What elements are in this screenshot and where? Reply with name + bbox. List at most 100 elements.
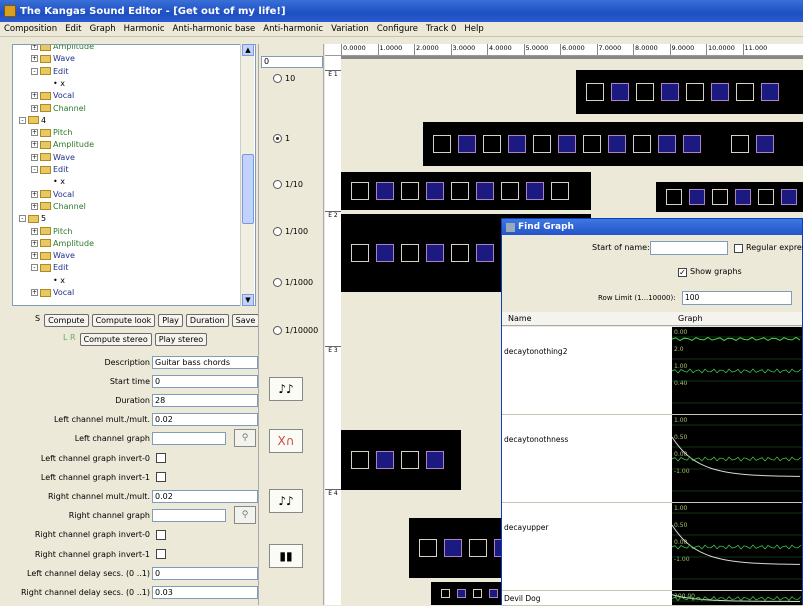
zoom-option-0[interactable]: 10 (273, 74, 295, 83)
pause-tool-icon[interactable]: ▮▮ (269, 544, 303, 568)
note-block[interactable] (656, 182, 803, 212)
tree-item[interactable]: + Vocal (31, 287, 74, 298)
expand-icon[interactable]: - (31, 264, 38, 272)
compute-look-button[interactable]: Compute look (91, 314, 156, 327)
menu-item-0[interactable]: Composition (0, 24, 61, 34)
expand-icon[interactable]: - (31, 67, 38, 75)
note-block[interactable] (423, 122, 723, 166)
start-name-input[interactable] (650, 241, 728, 255)
notes-tool-icon[interactable]: ♪♪ (269, 377, 303, 401)
graph-select[interactable] (152, 432, 226, 446)
tree-item[interactable]: • x (43, 78, 65, 89)
tree-item[interactable]: + Wave (31, 152, 75, 163)
graph-select[interactable] (152, 509, 226, 523)
zoom-option-1[interactable]: 1 (273, 134, 290, 143)
tree-item[interactable]: • x (43, 176, 65, 187)
radio-icon[interactable] (273, 326, 282, 335)
expand-icon[interactable]: + (31, 129, 38, 137)
form-input[interactable]: 0.02 (152, 413, 258, 427)
radio-icon[interactable] (273, 74, 282, 83)
tree-item[interactable]: + Pitch (31, 127, 72, 138)
tree-item[interactable]: + Pitch (31, 226, 72, 237)
menu-item-2[interactable]: Graph (86, 24, 120, 34)
menu-item-7[interactable]: Configure (373, 24, 422, 34)
menu-item-3[interactable]: Harmonic (120, 24, 169, 34)
zoom-option-2[interactable]: 1/10 (273, 180, 303, 189)
expand-icon[interactable]: - (19, 215, 26, 223)
show-graphs-checkbox[interactable]: ✓ (678, 268, 687, 277)
form-checkbox[interactable] (156, 472, 166, 483)
expand-icon[interactable]: + (31, 202, 38, 210)
scroll-up-icon[interactable]: ▲ (242, 44, 254, 56)
expand-icon[interactable]: + (31, 55, 38, 63)
tree-item[interactable]: + Channel (31, 201, 86, 212)
tree-item[interactable]: - Edit (31, 262, 69, 273)
graph-row[interactable]: decaytonothness 1.00 0.50 0.00 -1.00 (502, 415, 802, 503)
scroll-down-icon[interactable]: ▼ (242, 294, 254, 306)
expand-icon[interactable]: + (31, 45, 38, 50)
tree-item[interactable]: + Wave (31, 53, 75, 64)
tree-item[interactable]: + Vocal (31, 189, 74, 200)
expand-icon[interactable]: + (31, 227, 38, 235)
zoom-option-4[interactable]: 1/1000 (273, 278, 313, 287)
note-block[interactable] (576, 70, 803, 114)
form-input[interactable]: 0 (152, 566, 258, 580)
radio-icon[interactable] (273, 180, 282, 189)
form-checkbox[interactable] (156, 549, 166, 559)
note-block[interactable] (721, 122, 803, 166)
form-checkbox[interactable] (156, 453, 166, 463)
tree-scrollbar[interactable]: ▲ ▼ (240, 44, 254, 306)
expand-icon[interactable]: + (31, 141, 38, 149)
zoom-option-5[interactable]: 1/10000 (273, 326, 318, 335)
form-input[interactable]: 0.02 (152, 489, 258, 503)
play-button[interactable]: Play (158, 314, 183, 327)
expand-icon[interactable]: - (31, 166, 38, 173)
form-input[interactable]: 0.03 (152, 585, 258, 599)
tree-item[interactable]: - Edit (31, 66, 69, 77)
menu-item-8[interactable]: Track 0 (422, 24, 460, 34)
tree-item[interactable]: • x (43, 275, 65, 286)
composition-tree[interactable]: + Amplitude + Wave - Edit • x + Vocal + Channel -4 +… (12, 44, 256, 306)
expand-icon[interactable]: + (31, 289, 38, 296)
menu-item-9[interactable]: Help (460, 24, 487, 34)
radio-icon[interactable] (273, 134, 282, 143)
tree-item[interactable]: + Amplitude (31, 139, 94, 150)
zoom-option-3[interactable]: 1/100 (273, 227, 308, 236)
radio-icon[interactable] (273, 227, 282, 236)
speaker-tool-icon[interactable]: ♪♪ (269, 489, 303, 513)
note-block[interactable] (341, 172, 591, 210)
tree-item[interactable]: + Amplitude (31, 238, 94, 249)
zoom-input[interactable]: 0 (261, 56, 323, 68)
tree-item[interactable]: + Vocal (31, 90, 74, 101)
form-input[interactable]: Guitar bass chords (152, 355, 258, 369)
scroll-thumb[interactable] (242, 154, 254, 224)
menu-item-6[interactable]: Variation (327, 24, 373, 34)
compute-stereo-button[interactable]: Compute stereo (79, 333, 152, 346)
tree-item[interactable]: -5 (19, 213, 46, 224)
graph-picker-icon[interactable]: ⚲ (234, 505, 256, 524)
note-block[interactable] (341, 430, 461, 490)
expand-icon[interactable]: - (19, 116, 26, 124)
expand-icon[interactable]: + (31, 239, 38, 247)
menu-item-4[interactable]: Anti-harmonic base (169, 24, 260, 34)
save-button[interactable]: Save (231, 314, 260, 327)
tree-item[interactable]: - Edit (31, 164, 69, 175)
tree-item[interactable]: -4 (19, 115, 46, 126)
expand-icon[interactable]: + (31, 92, 38, 100)
expand-icon[interactable]: + (31, 252, 38, 260)
row-limit-input[interactable]: 100 (682, 291, 792, 305)
expand-icon[interactable]: + (31, 104, 38, 112)
graph-row[interactable]: decayupper 1.00 0.50 0.00 -1.00 (502, 503, 802, 591)
form-input[interactable]: 28 (152, 393, 258, 407)
play-stereo-button[interactable]: Play stereo (154, 333, 208, 346)
form-input[interactable]: 0 (152, 374, 258, 388)
tree-item[interactable]: + Wave (31, 250, 75, 261)
expand-icon[interactable]: + (31, 153, 38, 161)
radio-icon[interactable] (273, 278, 282, 287)
cut-tool-icon[interactable]: X∩ (269, 429, 303, 453)
menu-item-5[interactable]: Anti-harmonic (259, 24, 327, 34)
graph-picker-icon[interactable]: ⚲ (234, 428, 256, 447)
menu-item-1[interactable]: Edit (61, 24, 85, 34)
duration-button[interactable]: Duration (185, 314, 229, 327)
expand-icon[interactable]: + (31, 190, 38, 198)
